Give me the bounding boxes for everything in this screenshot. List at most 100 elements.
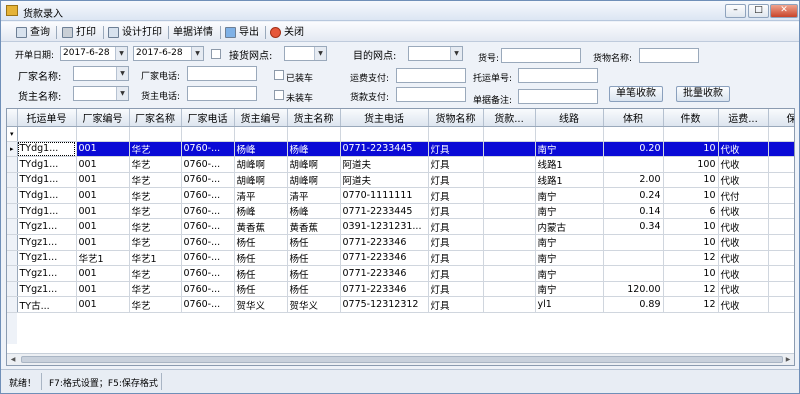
table-cell[interactable]: 线路1 [535,172,604,189]
unloaded-checkbox[interactable] [274,90,284,100]
pickup-point-select[interactable]: ▼ [284,46,327,61]
table-cell[interactable]: TYdg1... [17,172,77,189]
table-cell[interactable]: 0760-... [181,265,235,282]
table-cell[interactable] [483,265,536,282]
bill-note-input[interactable] [518,89,598,104]
table-cell[interactable]: 0771-223346 [340,265,429,282]
table-cell[interactable]: 0760-... [181,172,235,189]
table-cell[interactable]: 代收 [718,234,769,251]
table-cell[interactable]: 10 [663,172,719,189]
filter-cell[interactable] [483,126,536,142]
table-cell[interactable]: 华艺 [129,265,182,282]
column-header[interactable]: 货主电话 [340,109,429,127]
owner-name-select[interactable]: ▼ [73,86,129,101]
table-cell[interactable]: 001 [76,156,130,173]
column-header[interactable]: 厂家电话 [181,109,235,127]
table-cell[interactable]: 胡峰啊 [234,156,288,173]
table-cell[interactable]: 黄香蕉 [234,218,288,236]
row-indicator[interactable]: ▸ [7,141,18,158]
table-cell[interactable]: 0.20 [603,141,664,158]
table-cell[interactable]: TY古... [17,296,77,314]
table-cell[interactable]: 灯具 [428,156,484,173]
table-cell[interactable]: TYdg1... [17,187,77,204]
table-cell[interactable]: 阿道夫 [340,156,429,173]
minimize-button[interactable]: – [725,4,746,18]
table-cell[interactable]: 华艺1 [129,250,182,267]
table-cell[interactable]: 华艺 [129,234,182,251]
table-cell[interactable]: 10 [663,187,719,204]
table-cell[interactable]: 杨任 [287,281,341,298]
table-cell[interactable] [768,234,794,251]
maximize-button[interactable]: □ [748,4,769,18]
chevron-down-icon[interactable]: ▼ [314,47,326,60]
table-cell[interactable]: TYgz1... [17,265,77,282]
table-cell[interactable]: 代收 [718,218,769,236]
chevron-down-icon[interactable]: ▼ [116,67,128,80]
table-cell[interactable]: 0760-... [181,234,235,251]
table-cell[interactable]: 001 [76,296,130,314]
table-cell[interactable]: 0771-2233445 [340,203,429,220]
owner-phone-input[interactable] [187,86,257,101]
start-date-picker[interactable]: 2017-6-28 ▼ [60,46,128,61]
table-cell[interactable]: 0775-12312312 [340,296,429,314]
column-header[interactable]: 厂家编号 [76,109,130,127]
table-cell[interactable]: 南宁 [535,281,604,298]
end-date-picker[interactable]: 2017-6-28 ▼ [133,46,204,61]
filter-cell[interactable] [181,126,235,142]
query-button[interactable]: 查询 [16,25,50,40]
table-row[interactable]: TYdg1... 001 华艺 0760-... 胡峰啊 胡峰啊 阿道夫 灯具 线路1 100 代收 [7,156,794,173]
table-cell[interactable]: 胡峰啊 [287,156,341,173]
table-cell[interactable]: 灯具 [428,265,484,282]
table-cell[interactable] [768,156,794,173]
table-cell[interactable]: 杨峰 [234,203,288,220]
table-cell[interactable]: 灯具 [428,296,484,314]
column-header[interactable]: 货物名称 [428,109,484,127]
table-cell[interactable] [483,141,536,158]
table-cell[interactable] [483,187,536,204]
design-print-button[interactable]: 设计打印 [108,25,162,40]
table-row[interactable]: TYgz1... 华艺1 华艺1 0760-... 杨任 杨任 0771-223346 灯具南… [7,250,794,267]
table-row[interactable]: TY古... 001 华艺 0760-... 贺华义 贺华义 0775-12312312 灯具… [7,296,794,314]
table-cell[interactable]: 胡峰啊 [287,172,341,189]
table-cell[interactable]: TYgz1... [17,218,77,236]
table-cell[interactable]: TYgz1... [17,234,77,251]
table-cell[interactable]: 0760-... [181,203,235,220]
single-collect-button[interactable]: 单笔收款 [609,86,663,102]
goods-name-input[interactable] [639,48,699,63]
table-cell[interactable]: 0391-1231231... [340,218,429,236]
row-indicator[interactable] [7,156,18,173]
table-cell[interactable]: 贺华义 [287,296,341,314]
table-cell[interactable] [768,265,794,282]
table-cell[interactable]: 贺华义 [234,296,288,314]
row-indicator[interactable] [7,203,18,220]
dest-point-select[interactable]: ▼ [408,46,463,61]
table-cell[interactable]: 华艺 [129,218,182,236]
table-cell[interactable]: 杨任 [234,250,288,267]
table-cell[interactable]: 001 [76,141,130,158]
table-cell[interactable]: 001 [76,203,130,220]
table-cell[interactable]: 001 [76,234,130,251]
table-cell[interactable]: 杨峰 [287,203,341,220]
table-cell[interactable]: 0760-... [181,296,235,314]
table-cell[interactable]: 杨任 [287,250,341,267]
column-header[interactable]: 线路 [535,109,604,127]
close-window-button[interactable]: ✕ [770,4,798,18]
table-cell[interactable]: 南宁 [535,234,604,251]
table-cell[interactable]: 代收 [718,281,769,298]
table-cell[interactable]: 华艺 [129,187,182,204]
print-button[interactable]: 打印 [62,25,96,40]
row-indicator[interactable] [7,250,18,267]
table-cell[interactable]: 南宁 [535,265,604,282]
table-cell[interactable]: 清平 [287,187,341,204]
table-cell[interactable]: 灯具 [428,234,484,251]
table-cell[interactable] [603,156,664,173]
table-cell[interactable]: 华艺 [129,296,182,314]
table-cell[interactable]: 0.34 [603,218,664,236]
filter-cell[interactable] [287,126,341,142]
table-cell[interactable]: 杨峰 [234,141,288,158]
table-cell[interactable]: 代收 [718,250,769,267]
row-indicator[interactable] [7,172,18,189]
table-cell[interactable]: 18 [768,141,794,158]
column-header[interactable]: 运费... [718,109,769,127]
chevron-down-icon[interactable]: ▼ [191,47,203,60]
